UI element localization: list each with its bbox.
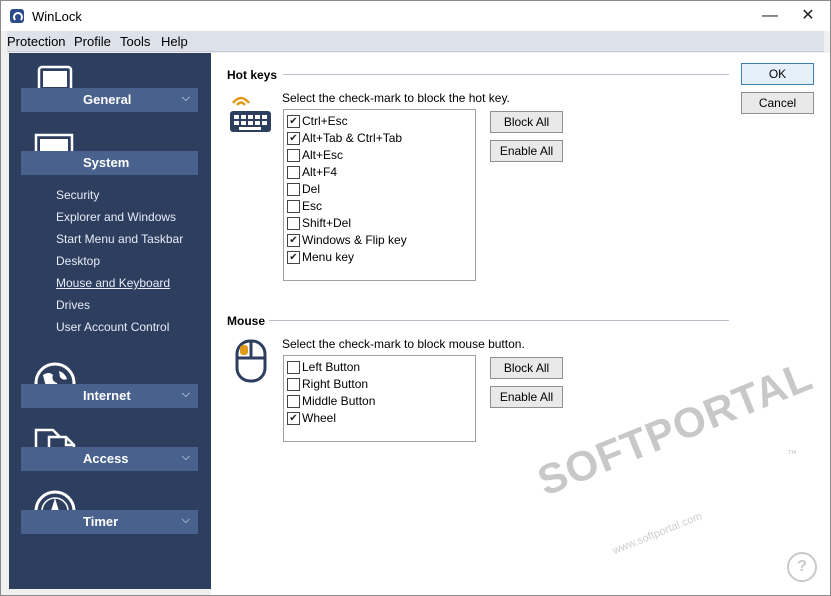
- checkbox[interactable]: [287, 361, 300, 374]
- checkbox[interactable]: ✔: [287, 115, 300, 128]
- hotkeys-divider: [283, 74, 729, 75]
- checkbox[interactable]: ✔: [287, 132, 300, 145]
- checkbox[interactable]: [287, 200, 300, 213]
- hotkey-label: Windows & Flip key: [302, 233, 407, 247]
- category-timer[interactable]: Timer ⌵: [21, 510, 198, 534]
- hotkey-label: Alt+Tab & Ctrl+Tab: [302, 131, 403, 145]
- hotkey-label: Ctrl+Esc: [302, 114, 348, 128]
- checkbox[interactable]: [287, 395, 300, 408]
- mouse-divider: [269, 320, 729, 321]
- hotkey-label: Shift+Del: [302, 216, 352, 230]
- category-access[interactable]: Access ⌵: [21, 447, 198, 471]
- mouse-label: Left Button: [302, 360, 361, 374]
- hotkey-label: Menu key: [302, 250, 355, 264]
- minimize-button[interactable]: —: [753, 5, 787, 27]
- chevron-down-icon: ⌵: [181, 92, 190, 104]
- mouse-label: Right Button: [302, 377, 369, 391]
- mouse-icon: [235, 339, 267, 383]
- category-system[interactable]: System: [21, 151, 198, 175]
- category-access-label: Access: [83, 451, 129, 466]
- category-system-label: System: [83, 155, 130, 170]
- hotkeys-title: Hot keys: [227, 68, 278, 82]
- checkbox[interactable]: [287, 378, 300, 391]
- category-internet[interactable]: Internet ⌵: [21, 384, 198, 408]
- hotkeys-list: ✔ Ctrl+Esc ✔ Alt+Tab & Ctrl+Tab Alt+Esc Al…: [283, 109, 476, 281]
- menu-profile[interactable]: Profile: [74, 34, 111, 49]
- window-title: WinLock: [32, 9, 82, 24]
- category-internet-label: Internet: [83, 388, 131, 403]
- sidebar-item-mouse-and-keyboard[interactable]: Mouse and Keyboard: [56, 276, 170, 290]
- hotkeys-description: Select the check-mark to block the hot k…: [282, 91, 510, 105]
- app-icon: [10, 9, 24, 23]
- sidebar-item-security[interactable]: Security: [56, 188, 99, 202]
- checkbox[interactable]: [287, 149, 300, 162]
- checkbox[interactable]: ✔: [287, 234, 300, 247]
- checkbox[interactable]: [287, 166, 300, 179]
- cancel-button[interactable]: Cancel: [741, 92, 814, 114]
- sidebar-item-user-account-control[interactable]: User Account Control: [56, 320, 169, 334]
- help-icon[interactable]: ?: [787, 552, 817, 582]
- sidebar-item-desktop[interactable]: Desktop: [56, 254, 100, 268]
- checkbox[interactable]: [287, 217, 300, 230]
- hotkey-label: Alt+F4: [302, 165, 338, 179]
- sidebar: General ⌵ System Security Explorer and W…: [9, 53, 211, 589]
- mouse-title: Mouse: [227, 314, 266, 328]
- checkbox[interactable]: ✔: [287, 412, 300, 425]
- hotkey-label: Alt+Esc: [302, 148, 344, 162]
- menu-tools[interactable]: Tools: [120, 34, 150, 49]
- ok-button[interactable]: OK: [741, 63, 814, 85]
- mouse-description: Select the check-mark to block mouse but…: [282, 337, 525, 351]
- hotkeys-block-all-button[interactable]: Block All: [490, 111, 563, 133]
- title-bar: WinLock — ✕: [1, 1, 830, 31]
- category-timer-label: Timer: [83, 514, 119, 529]
- trademark-mark: ™: [787, 449, 797, 460]
- menu-help[interactable]: Help: [161, 34, 188, 49]
- mouse-list: Left Button Right Button Middle Button ✔…: [283, 355, 476, 442]
- mouse-label: Wheel: [302, 411, 337, 425]
- category-general[interactable]: General ⌵: [21, 88, 198, 112]
- checkbox[interactable]: ✔: [287, 251, 300, 264]
- chevron-down-icon: ⌵: [181, 451, 190, 463]
- hotkey-label: Del: [302, 182, 321, 196]
- main-panel: Hot keys Select the check-mark to block …: [211, 53, 830, 595]
- menu-bar: Protection Profile Tools Help: [7, 31, 824, 52]
- sidebar-item-explorer-and-windows[interactable]: Explorer and Windows: [56, 210, 176, 224]
- checkbox[interactable]: [287, 183, 300, 196]
- sidebar-item-drives[interactable]: Drives: [56, 298, 90, 312]
- winlock-window: WinLock — ✕ Protection Profile Tools Hel…: [0, 0, 831, 596]
- chevron-down-icon: ⌵: [181, 514, 190, 526]
- mouse-label: Middle Button: [302, 394, 376, 408]
- sidebar-item-start-menu-and-taskbar[interactable]: Start Menu and Taskbar: [56, 232, 183, 246]
- hotkey-label: Esc: [302, 199, 323, 213]
- hotkeys-enable-all-button[interactable]: Enable All: [490, 140, 563, 162]
- keyboard-icon: [230, 96, 271, 132]
- chevron-down-icon: ⌵: [181, 388, 190, 400]
- category-general-label: General: [83, 92, 132, 107]
- mouse-block-all-button[interactable]: Block All: [490, 357, 563, 379]
- mouse-enable-all-button[interactable]: Enable All: [490, 386, 563, 408]
- close-button[interactable]: ✕: [791, 5, 825, 27]
- menu-protection[interactable]: Protection: [7, 34, 66, 49]
